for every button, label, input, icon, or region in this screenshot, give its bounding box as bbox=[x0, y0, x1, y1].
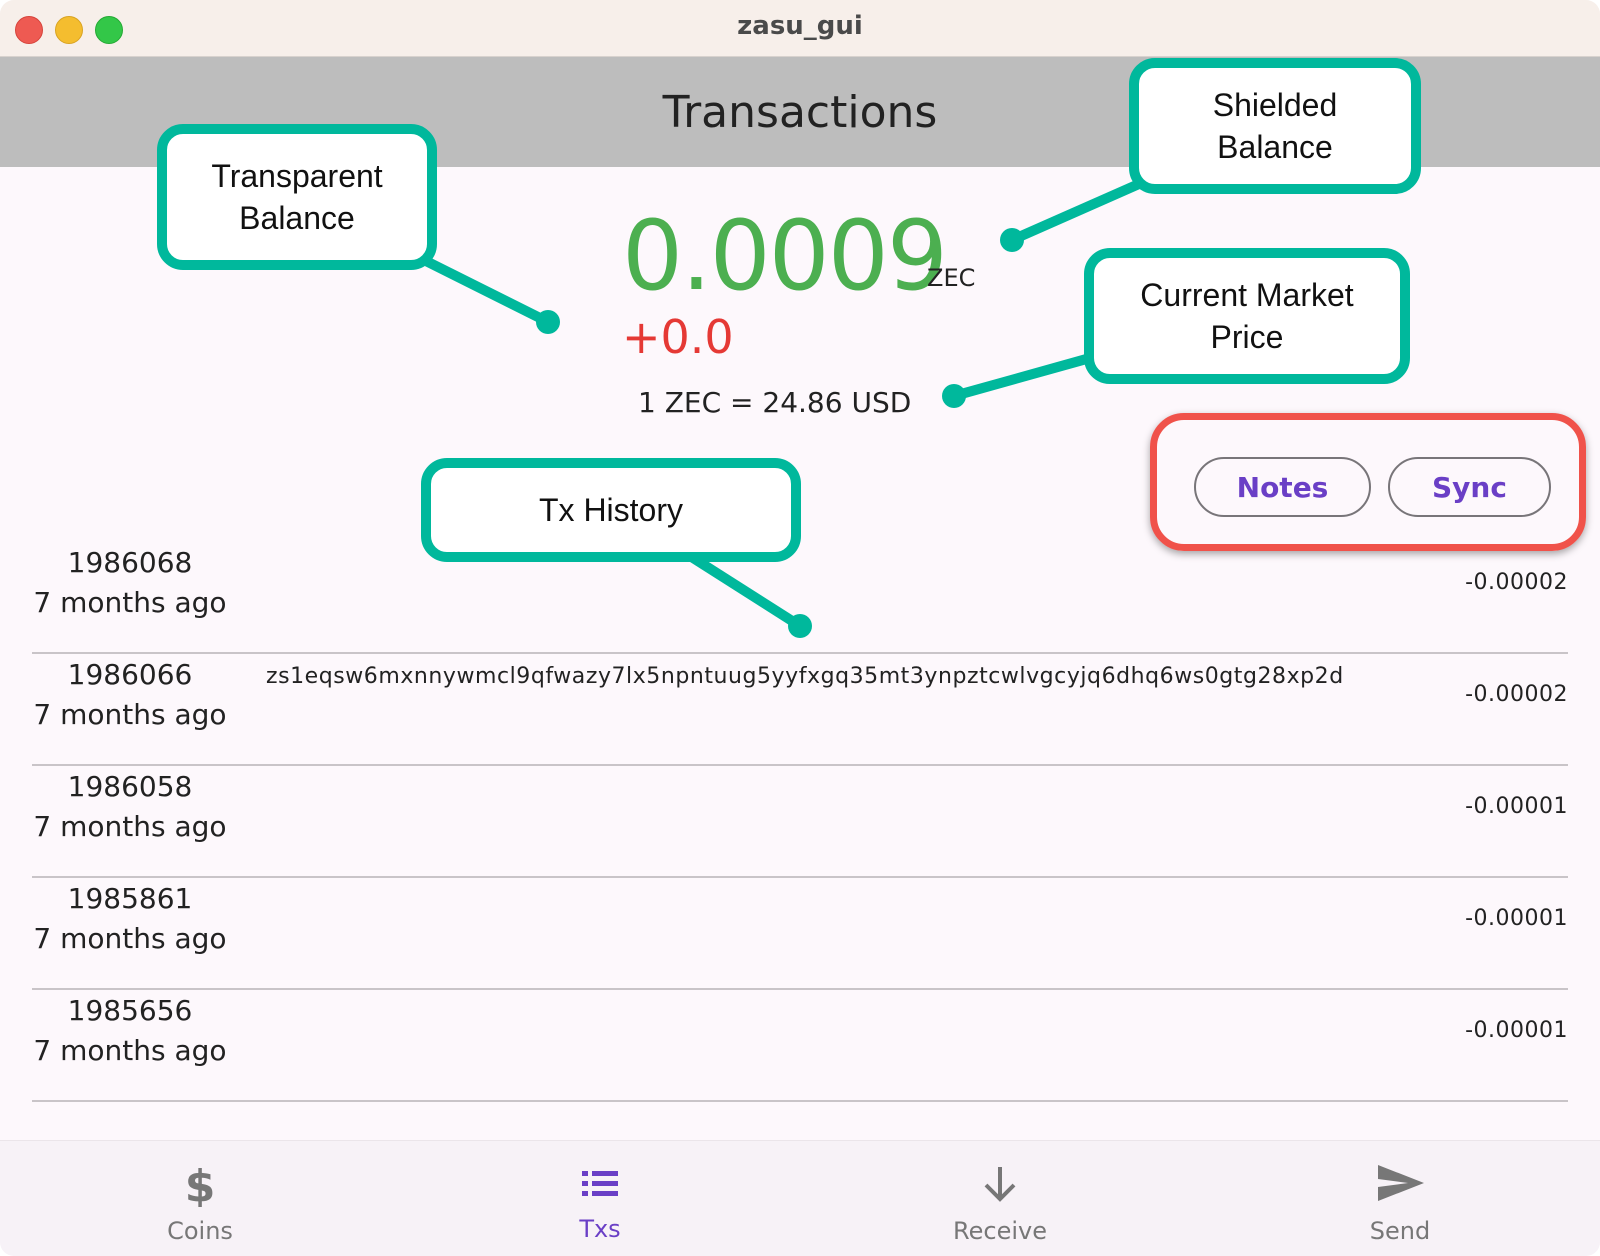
tx-height: 1985861 bbox=[67, 882, 193, 915]
list-icon bbox=[582, 1171, 618, 1196]
tx-time: 7 months ago bbox=[33, 810, 227, 843]
nav-receive[interactable]: Receive bbox=[900, 1141, 1100, 1256]
dollar-icon: $ bbox=[185, 1161, 216, 1207]
callout-transparent-balance: Transparent Balance bbox=[157, 124, 437, 270]
tx-height: 1986068 bbox=[67, 546, 193, 579]
tx-height: 1986066 bbox=[67, 658, 193, 691]
tx-row[interactable]: 1986058 7 months ago -0.00001 bbox=[32, 764, 1568, 878]
callout-label: Shielded Balance bbox=[1212, 87, 1338, 165]
callout-label: Current Market Price bbox=[1140, 277, 1354, 355]
shielded-balance: 0.0009 bbox=[622, 200, 948, 312]
tx-amount: -0.00001 bbox=[1465, 906, 1568, 931]
tx-height: 1985656 bbox=[67, 994, 193, 1027]
tx-time: 7 months ago bbox=[33, 698, 227, 731]
nav-label: Receive bbox=[953, 1217, 1047, 1245]
app-window: zasu_gui Transactions 0.0009 ZEC +0.0 1 … bbox=[0, 0, 1600, 1256]
balance-unit: ZEC bbox=[927, 264, 976, 292]
send-icon bbox=[1378, 1165, 1424, 1201]
tx-time: 7 months ago bbox=[33, 586, 227, 619]
callout-shielded-balance: Shielded Balance bbox=[1129, 58, 1421, 194]
callout-market-price: Current Market Price bbox=[1084, 248, 1410, 384]
svg-text:$: $ bbox=[185, 1161, 216, 1207]
nav-coins[interactable]: $ Coins bbox=[100, 1141, 300, 1256]
nav-send[interactable]: Send bbox=[1300, 1141, 1500, 1256]
tx-row[interactable]: 1985656 7 months ago -0.00001 bbox=[32, 988, 1568, 1102]
tx-time: 7 months ago bbox=[33, 1034, 227, 1067]
tx-row[interactable]: 1985861 7 months ago -0.00001 bbox=[32, 876, 1568, 990]
tx-address: zs1eqsw6mxnnywmcl9qfwazy7lx5npntuug5yyfx… bbox=[266, 664, 1344, 689]
tx-time: 7 months ago bbox=[33, 922, 227, 955]
market-price: 1 ZEC = 24.86 USD bbox=[638, 386, 912, 419]
tx-row[interactable]: 1986068 7 months ago -0.00002 bbox=[32, 540, 1568, 654]
actions-highlight bbox=[1150, 413, 1586, 551]
nav-label: Txs bbox=[579, 1215, 621, 1243]
tx-amount: -0.00001 bbox=[1465, 1018, 1568, 1043]
callout-label: Transparent Balance bbox=[211, 158, 383, 236]
tx-amount: -0.00001 bbox=[1465, 794, 1568, 819]
callout-tx-history: Tx History bbox=[421, 458, 801, 562]
nav-label: Send bbox=[1369, 1217, 1431, 1245]
bottom-navigation: $ Coins Txs Receive Send bbox=[0, 1140, 1600, 1256]
title-bar: zasu_gui bbox=[0, 0, 1600, 57]
window-title: zasu_gui bbox=[737, 11, 863, 41]
callout-label: Tx History bbox=[539, 492, 683, 528]
tx-amount: -0.00002 bbox=[1465, 570, 1568, 595]
nav-txs[interactable]: Txs bbox=[500, 1141, 700, 1256]
tx-amount: -0.00002 bbox=[1465, 682, 1568, 707]
arrow-down-icon bbox=[984, 1167, 1016, 1202]
transparent-balance: +0.0 bbox=[622, 310, 734, 364]
tx-height: 1986058 bbox=[67, 770, 193, 803]
tx-row[interactable]: 1986066 7 months ago zs1eqsw6mxnnywmcl9q… bbox=[32, 652, 1568, 766]
nav-label: Coins bbox=[167, 1217, 233, 1245]
